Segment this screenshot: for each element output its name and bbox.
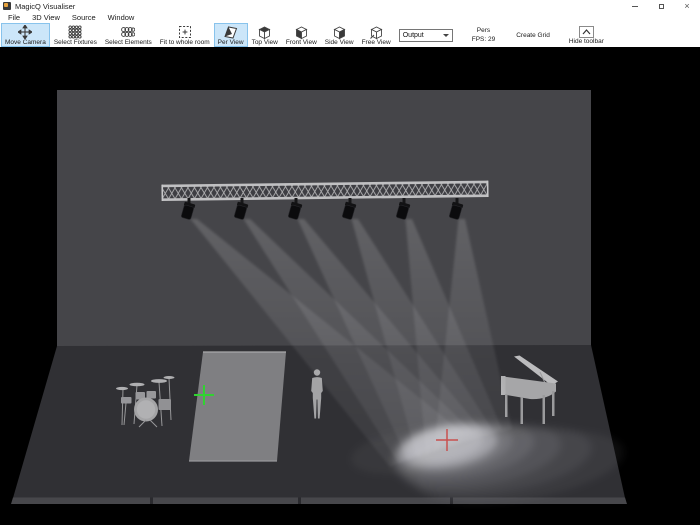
top-view-cube-icon — [257, 25, 272, 39]
minimize-button[interactable] — [622, 0, 648, 12]
select-elements-button[interactable]: Select Elements — [101, 23, 156, 47]
move-camera-button[interactable]: Move Camera — [1, 23, 50, 47]
menu-3d-view[interactable]: 3D View — [26, 12, 66, 23]
perspective-view-icon — [223, 25, 238, 39]
app-window: MagicQ Visualiser × File 3D View Source … — [0, 0, 700, 525]
menu-file[interactable]: File — [2, 12, 26, 23]
title-bar: MagicQ Visualiser × — [0, 0, 700, 12]
app-logo-icon — [3, 2, 11, 10]
side-view-cube-icon — [332, 25, 347, 39]
toolbar-button-label: Free View — [362, 39, 391, 47]
side-view-button[interactable]: Side View — [321, 23, 358, 47]
toolbar-button-label: Side View — [325, 39, 354, 47]
toolbar-button-label: Select Fixtures — [54, 39, 97, 47]
free-view-button[interactable]: Free View — [358, 23, 395, 47]
stage-riser-mat[interactable] — [189, 352, 286, 461]
3d-viewport[interactable] — [0, 47, 700, 525]
select-fixtures-button[interactable]: Select Fixtures — [50, 23, 101, 47]
output-select[interactable]: Output — [399, 29, 453, 42]
menu-window[interactable]: Window — [102, 12, 141, 23]
stage-edge-gap — [150, 498, 153, 505]
select-elements-icon — [121, 25, 135, 39]
projection-mode-label: Pers — [477, 26, 490, 35]
maximize-icon — [659, 4, 664, 9]
front-view-cube-icon — [294, 25, 309, 39]
hide-toolbar-label: Hide toolbar — [569, 38, 604, 46]
toolbar-button-label: Select Elements — [105, 39, 152, 47]
fps-readout: Pers FPS: 29 — [466, 26, 501, 44]
create-grid-button[interactable]: Create Grid — [510, 32, 556, 39]
stage-front-edge — [11, 498, 627, 505]
toolbar-button-label: Move Camera — [5, 39, 46, 47]
toolbar: Move Camera Select Fixtures Select E — [0, 23, 700, 47]
front-view-button[interactable]: Front View — [282, 23, 321, 47]
toolbar-button-label: Front View — [286, 39, 317, 47]
window-controls: × — [622, 0, 700, 12]
per-view-button[interactable]: Per View — [214, 23, 248, 47]
toolbar-button-label: Per View — [218, 39, 244, 47]
output-select-value: Output — [403, 32, 424, 39]
chevron-down-icon — [443, 34, 449, 37]
close-icon: × — [684, 2, 689, 11]
window-title: MagicQ Visualiser — [15, 2, 75, 11]
fit-to-whole-room-button[interactable]: Fit to whole room — [156, 23, 214, 47]
move-camera-icon — [18, 25, 32, 39]
minimize-icon — [632, 6, 638, 7]
toolbar-button-label: Top View — [252, 39, 278, 47]
maximize-button[interactable] — [648, 0, 674, 12]
select-fixtures-icon — [68, 25, 82, 39]
fps-value: FPS: 29 — [472, 35, 495, 44]
chevron-up-icon — [579, 26, 594, 38]
top-view-button[interactable]: Top View — [248, 23, 282, 47]
fit-to-room-icon — [178, 25, 192, 39]
menu-source[interactable]: Source — [66, 12, 102, 23]
toolbar-button-label: Fit to whole room — [160, 39, 210, 47]
close-button[interactable]: × — [674, 0, 700, 12]
stage-edge-gap — [298, 498, 301, 505]
stage-scene — [0, 47, 700, 525]
menu-bar: File 3D View Source Window — [0, 12, 700, 23]
free-view-cube-icon — [369, 25, 384, 39]
hide-toolbar-button[interactable]: Hide toolbar — [565, 25, 608, 46]
